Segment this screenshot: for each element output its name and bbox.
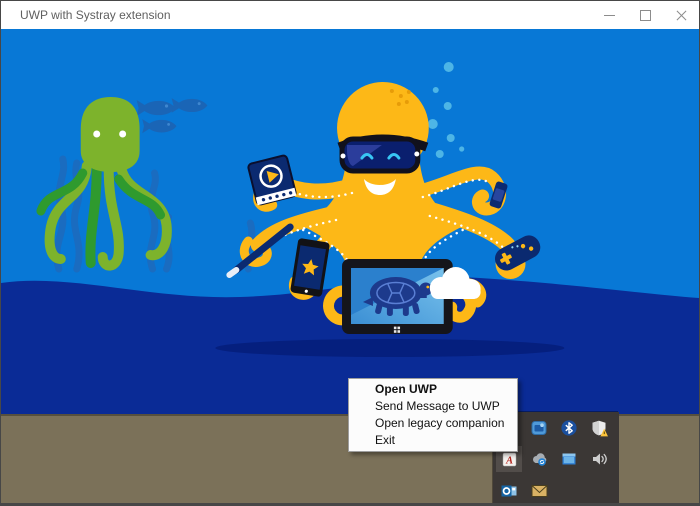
volume-icon bbox=[591, 451, 608, 467]
tray-icon-window-app[interactable] bbox=[556, 446, 582, 472]
close-icon bbox=[676, 10, 687, 21]
tray-icon-outlook[interactable] bbox=[496, 478, 522, 504]
legacy-companion-icon: A bbox=[502, 452, 517, 467]
window-app-icon bbox=[561, 451, 577, 467]
vr-goggles bbox=[339, 139, 427, 171]
green-octopus-eye bbox=[119, 131, 126, 138]
tray-icon-mail[interactable] bbox=[526, 478, 552, 504]
minimize-icon bbox=[604, 15, 615, 16]
tray-icon-defender[interactable] bbox=[586, 415, 612, 441]
uwp-app-icon bbox=[531, 420, 547, 436]
minimize-button[interactable] bbox=[591, 1, 627, 29]
defender-shield-icon bbox=[591, 420, 608, 437]
maximize-button[interactable] bbox=[627, 1, 663, 29]
window-title: UWP with Systray extension bbox=[20, 8, 171, 22]
maximize-icon bbox=[640, 10, 651, 21]
green-octopus-eye bbox=[93, 131, 100, 138]
tray-icon-bluetooth[interactable] bbox=[556, 415, 582, 441]
app-window: UWP with Systray extension bbox=[0, 0, 700, 506]
media-player bbox=[248, 155, 297, 205]
tray-icon-uwp-app[interactable] bbox=[526, 415, 552, 441]
bluetooth-icon bbox=[561, 420, 577, 436]
svg-text:A: A bbox=[505, 455, 513, 466]
outlook-icon bbox=[501, 483, 517, 499]
floor-shadow bbox=[215, 339, 564, 357]
tray-context-menu: Open UWP Send Message to UWP Open legacy… bbox=[348, 378, 518, 452]
tray-icon-onedrive[interactable] bbox=[526, 446, 552, 472]
menu-item-send-message[interactable]: Send Message to UWP bbox=[349, 398, 517, 415]
onedrive-icon bbox=[531, 451, 548, 467]
menu-item-open-uwp[interactable]: Open UWP bbox=[349, 381, 517, 398]
menu-item-open-legacy[interactable]: Open legacy companion bbox=[349, 415, 517, 432]
titlebar[interactable]: UWP with Systray extension bbox=[1, 1, 699, 29]
mail-envelope-icon bbox=[531, 484, 548, 498]
close-button[interactable] bbox=[663, 1, 699, 29]
menu-item-exit[interactable]: Exit bbox=[349, 432, 517, 449]
window-controls bbox=[591, 1, 699, 29]
tray-icon-volume[interactable] bbox=[586, 446, 612, 472]
turtle-eye bbox=[426, 286, 429, 289]
